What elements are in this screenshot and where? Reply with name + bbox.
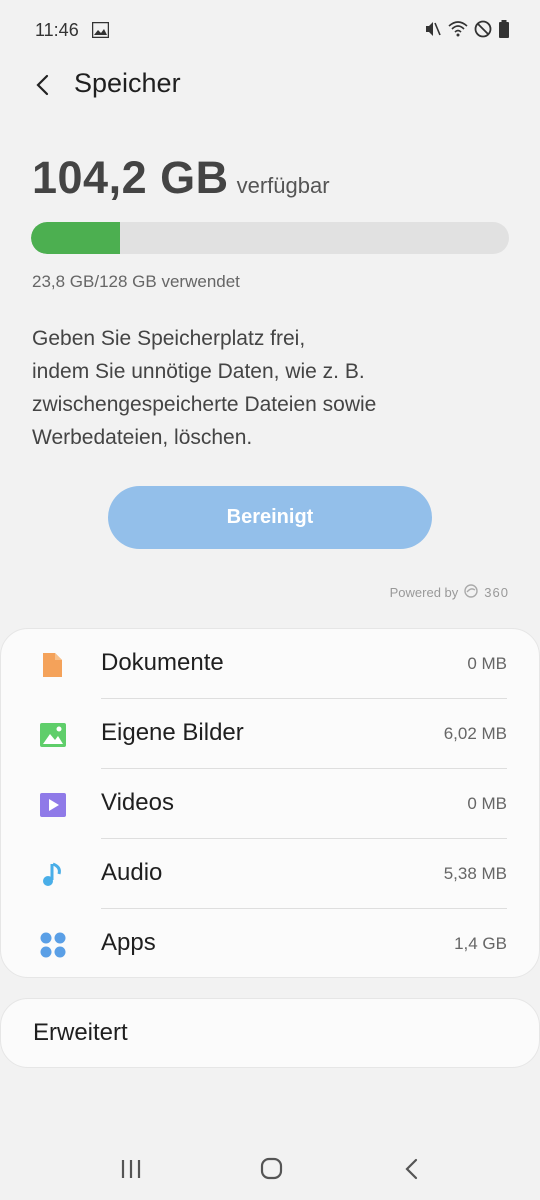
category-label: Apps bbox=[101, 929, 156, 956]
category-size: 0 MB bbox=[467, 654, 507, 673]
page-title: Speicher bbox=[74, 68, 181, 98]
battery-icon bbox=[498, 20, 510, 43]
navigation-bar bbox=[0, 1138, 540, 1200]
recents-icon[interactable] bbox=[116, 1156, 146, 1182]
powered-by-brand: 360 bbox=[484, 585, 509, 600]
category-label: Eigene Bilder bbox=[101, 719, 244, 746]
storage-progress-fill bbox=[31, 222, 120, 254]
image-icon bbox=[91, 21, 110, 43]
category-row-apps[interactable]: Apps 1,4 GB bbox=[1, 909, 539, 979]
clean-button[interactable]: Bereinigt bbox=[108, 486, 432, 549]
category-row-videos[interactable]: Videos 0 MB bbox=[1, 769, 539, 839]
status-time: 11:46 bbox=[35, 20, 79, 40]
wifi-icon bbox=[448, 21, 468, 42]
music-note-icon bbox=[39, 861, 67, 889]
category-label: Dokumente bbox=[101, 649, 224, 676]
storage-category-list: Dokumente 0 MB Eigene Bilder 6,02 MB Vid… bbox=[0, 628, 540, 978]
description-line: zwischengespeicherte Dateien sowie bbox=[32, 393, 377, 416]
360-logo-icon bbox=[464, 584, 478, 601]
mute-icon bbox=[424, 20, 442, 43]
back-icon[interactable] bbox=[397, 1156, 427, 1182]
header: Speicher bbox=[0, 62, 540, 108]
status-bar: 11:46 bbox=[0, 0, 540, 62]
category-row-audio[interactable]: Audio 5,38 MB bbox=[1, 839, 539, 909]
available-value: 104,2 GB bbox=[32, 152, 229, 203]
category-label: Videos bbox=[101, 789, 174, 816]
storage-progress-bar bbox=[31, 222, 509, 254]
category-label: Audio bbox=[101, 859, 163, 886]
chevron-left-icon[interactable] bbox=[30, 70, 56, 100]
category-row-documents[interactable]: Dokumente 0 MB bbox=[1, 629, 539, 699]
description-line: Geben Sie Speicherplatz frei, bbox=[32, 327, 306, 350]
category-size: 0 MB bbox=[467, 794, 507, 813]
powered-by-label: Powered by bbox=[389, 585, 459, 600]
advanced-item[interactable]: Erweitert bbox=[0, 998, 540, 1068]
video-icon bbox=[39, 791, 67, 819]
description-line: Werbedateien, löschen. bbox=[32, 426, 253, 449]
image-icon bbox=[39, 721, 67, 749]
category-row-images[interactable]: Eigene Bilder 6,02 MB bbox=[1, 699, 539, 769]
description: Geben Sie Speicherplatz frei, indem Sie … bbox=[32, 322, 502, 454]
description-line: indem Sie unnötige Daten, wie z. B. bbox=[32, 360, 365, 383]
dnd-icon bbox=[474, 20, 492, 43]
available-label: verfügbar bbox=[236, 173, 330, 198]
document-icon bbox=[39, 651, 67, 679]
powered-by: Powered by 360 bbox=[390, 584, 509, 601]
apps-icon bbox=[39, 931, 67, 959]
category-size: 6,02 MB bbox=[443, 724, 507, 743]
category-size: 5,38 MB bbox=[443, 864, 507, 883]
storage-available: 104,2 GB verfügbar bbox=[32, 152, 330, 204]
home-icon[interactable] bbox=[256, 1156, 286, 1182]
category-size: 1,4 GB bbox=[454, 934, 507, 953]
advanced-label: Erweitert bbox=[33, 1019, 128, 1046]
used-text: 23,8 GB/128 GB verwendet bbox=[32, 272, 240, 291]
